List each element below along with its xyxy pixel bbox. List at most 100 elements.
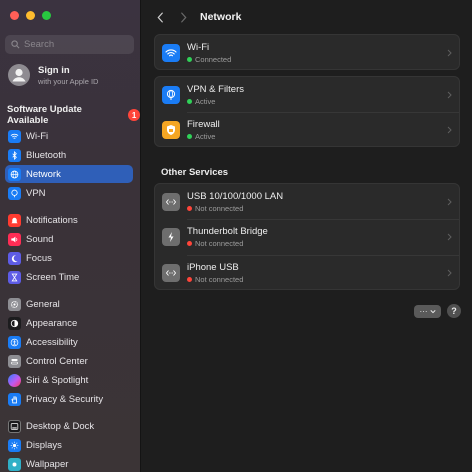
sidebar-item-label: General xyxy=(26,298,60,310)
sidebar-item-label: Accessibility xyxy=(26,336,78,348)
status-dot xyxy=(187,206,192,211)
search-field[interactable] xyxy=(5,35,134,54)
service-status: Connected xyxy=(195,55,232,64)
zoom-window-button[interactable] xyxy=(42,11,51,20)
control-center-icon xyxy=(8,354,21,368)
sidebar-item-label: Displays xyxy=(26,439,62,451)
sidebar-item-general[interactable]: General xyxy=(5,295,133,313)
main-pane: Network Wi-Fi Connected VPN & Filters Ac… xyxy=(141,0,472,472)
system-settings-window: Sign in with your Apple ID Software Upda… xyxy=(0,0,472,472)
vpn-icon xyxy=(8,186,21,200)
bell-icon xyxy=(8,213,21,227)
forward-button[interactable] xyxy=(177,10,189,24)
sidebar-item-label: Wi-Fi xyxy=(26,130,49,142)
speaker-icon xyxy=(8,232,21,246)
status-dot xyxy=(187,241,192,246)
ethernet-icon xyxy=(162,264,180,282)
accessibility-icon xyxy=(8,335,21,349)
hand-icon xyxy=(8,392,21,406)
appearance-icon xyxy=(8,316,21,330)
avatar xyxy=(8,64,30,86)
wallpaper-icon xyxy=(8,457,21,471)
sidebar-item-label: Focus xyxy=(26,252,52,264)
sidebar-item-label: Control Center xyxy=(26,355,88,367)
window-controls xyxy=(10,11,51,20)
sidebar-item-sound[interactable]: Sound xyxy=(5,230,133,248)
sidebar-item-notifications[interactable]: Notifications xyxy=(5,211,133,229)
gear-icon xyxy=(8,297,21,311)
thunderbolt-icon xyxy=(162,228,180,246)
status-dot xyxy=(187,57,192,62)
service-status: Not connected xyxy=(195,204,244,213)
sidebar-item-wallpaper[interactable]: Wallpaper xyxy=(5,455,133,472)
apple-id-subtitle: with your Apple ID xyxy=(38,76,99,86)
more-actions-button[interactable]: ··· xyxy=(414,305,441,318)
service-status: Active xyxy=(195,132,216,141)
sidebar: Sign in with your Apple ID Software Upda… xyxy=(0,0,141,472)
search-icon xyxy=(11,40,20,49)
sidebar-item-accessibility[interactable]: Accessibility xyxy=(5,333,133,351)
service-status: Active xyxy=(195,97,216,106)
vpn-firewall-group: VPN & Filters Active Firewall Active xyxy=(154,76,460,147)
update-badge: 1 xyxy=(128,109,140,121)
sidebar-item-vpn[interactable]: VPN xyxy=(5,184,133,202)
sidebar-item-label: Privacy & Security xyxy=(26,393,104,405)
sidebar-item-label: Appearance xyxy=(26,317,78,329)
sidebar-item-privacy-security[interactable]: Privacy & Security xyxy=(5,390,133,408)
wifi-icon xyxy=(162,44,180,62)
sidebar-item-wifi[interactable]: Wi-Fi xyxy=(5,127,133,145)
minimize-window-button[interactable] xyxy=(26,11,35,20)
service-row-thunderbolt-bridge[interactable]: Thunderbolt Bridge Not connected xyxy=(155,219,459,255)
back-button[interactable] xyxy=(154,10,166,24)
sidebar-item-label: Screen Time xyxy=(26,271,80,283)
sidebar-item-label: VPN xyxy=(26,187,46,199)
service-name: Firewall xyxy=(187,119,220,130)
sidebar-item-label: Wallpaper xyxy=(26,458,69,470)
close-window-button[interactable] xyxy=(10,11,19,20)
other-services-group: USB 10/100/1000 LAN Not connected Thunde… xyxy=(154,183,460,290)
globe-icon xyxy=(8,167,21,181)
sidebar-item-bluetooth[interactable]: Bluetooth xyxy=(5,146,133,164)
service-row-vpn[interactable]: VPN & Filters Active xyxy=(155,77,459,113)
bluetooth-icon xyxy=(8,148,21,162)
sidebar-item-control-center[interactable]: Control Center xyxy=(5,352,133,370)
page-title: Network xyxy=(200,11,242,23)
software-update-item[interactable]: Software Update Available 1 xyxy=(7,104,140,126)
sidebar-item-label: Sound xyxy=(26,233,54,245)
vpn-icon xyxy=(162,86,180,104)
status-dot xyxy=(187,277,192,282)
sidebar-item-desktop-dock[interactable]: Desktop & Dock xyxy=(5,417,133,435)
help-button[interactable]: ? xyxy=(447,304,461,318)
sidebar-item-label: Network xyxy=(26,168,61,180)
sun-icon xyxy=(8,438,21,452)
service-row-iphone-usb[interactable]: iPhone USB Not connected xyxy=(155,255,459,291)
chevron-right-icon xyxy=(447,126,452,134)
dock-icon xyxy=(8,419,21,433)
service-name: iPhone USB xyxy=(187,262,239,273)
other-services-title: Other Services xyxy=(161,167,229,178)
service-row-usb-lan[interactable]: USB 10/100/1000 LAN Not connected xyxy=(155,184,459,220)
firewall-icon xyxy=(162,121,180,139)
chevron-right-icon xyxy=(447,233,452,241)
more-actions-label: ··· xyxy=(419,307,428,316)
sidebar-item-appearance[interactable]: Appearance xyxy=(5,314,133,332)
service-name: Wi-Fi xyxy=(187,42,210,53)
service-name: VPN & Filters xyxy=(187,84,245,95)
chevron-right-icon xyxy=(180,12,187,22)
service-name: Thunderbolt Bridge xyxy=(187,226,268,237)
sidebar-item-screen-time[interactable]: Screen Time xyxy=(5,268,133,286)
wifi-group: Wi-Fi Connected xyxy=(154,34,460,70)
sidebar-item-focus[interactable]: Focus xyxy=(5,249,133,267)
sidebar-item-network[interactable]: Network xyxy=(5,165,133,183)
chevron-right-icon xyxy=(447,269,452,277)
service-row-wifi[interactable]: Wi-Fi Connected xyxy=(155,35,459,71)
search-input[interactable] xyxy=(24,39,124,50)
sidebar-item-siri-spotlight[interactable]: Siri & Spotlight xyxy=(5,371,133,389)
chevron-left-icon xyxy=(156,12,163,22)
apple-id-signin[interactable]: Sign in with your Apple ID xyxy=(8,64,98,86)
ethernet-icon xyxy=(162,193,180,211)
chevron-right-icon xyxy=(447,49,452,57)
sidebar-item-displays[interactable]: Displays xyxy=(5,436,133,454)
sidebar-item-label: Desktop & Dock xyxy=(26,420,95,432)
service-row-firewall[interactable]: Firewall Active xyxy=(155,112,459,148)
